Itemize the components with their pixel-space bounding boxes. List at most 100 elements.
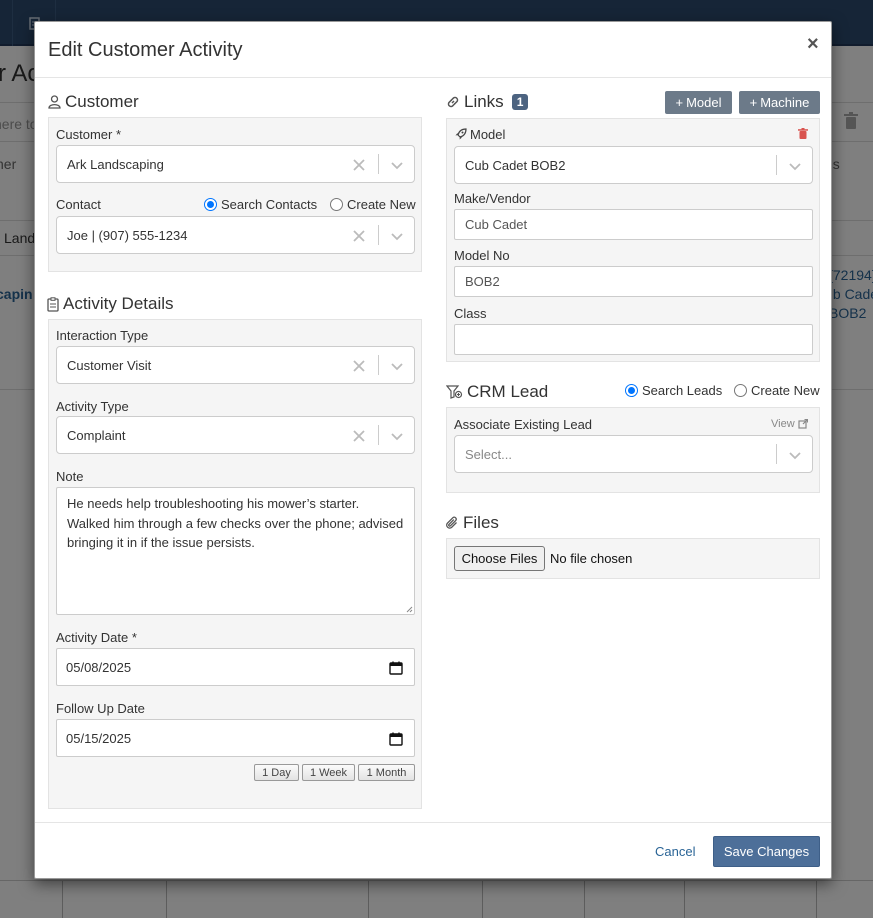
files-heading-text: Files: [463, 513, 499, 532]
radio-search-leads-label: Search Leads: [642, 383, 723, 398]
radio-circle[interactable]: [734, 384, 747, 397]
activity-date-label: Activity Date *: [56, 630, 137, 645]
view-lead-text: View: [771, 418, 795, 430]
activity-type-select[interactable]: Complaint: [56, 416, 415, 454]
followup-1-day-button[interactable]: 1 Day: [254, 764, 299, 781]
activity-date-input[interactable]: 05/08/2025: [56, 648, 415, 686]
add-machine-button[interactable]: + Machine: [739, 91, 820, 114]
external-link-icon: [798, 419, 808, 429]
class-input[interactable]: [454, 324, 813, 355]
note-text: He needs help troubleshooting his mower’…: [67, 496, 404, 550]
cancel-button[interactable]: Cancel: [655, 844, 695, 859]
model-select-value: Cub Cadet BOB2: [465, 158, 566, 173]
links-well: Model Cub Cadet BOB2 Make/Vendor Cub Cad…: [446, 118, 820, 362]
save-changes-button[interactable]: Save Changes: [713, 836, 820, 867]
customer-select-value: Ark Landscaping: [67, 157, 164, 172]
note-textarea[interactable]: He needs help troubleshooting his mower’…: [56, 487, 415, 615]
user-icon: [48, 95, 61, 109]
links-count-badge: 1: [511, 94, 529, 110]
links-section-heading: Links 1: [446, 92, 529, 112]
model-no-input[interactable]: BOB2: [454, 266, 813, 297]
resize-grip-icon[interactable]: [405, 605, 413, 613]
interaction-type-value: Customer Visit: [67, 358, 152, 373]
chevron-down-icon[interactable]: [387, 155, 407, 175]
interaction-type-select[interactable]: Customer Visit: [56, 346, 415, 384]
files-section-heading: Files: [446, 513, 499, 533]
radio-search-leads[interactable]: Search Leads: [625, 383, 722, 398]
radio-create-lead-label: Create New: [751, 383, 820, 398]
close-button[interactable]: ×: [807, 34, 819, 54]
followup-1-month-button[interactable]: 1 Month: [358, 764, 415, 781]
radio-create-contact-label: Create New: [347, 197, 416, 212]
clipboard-icon: [47, 296, 59, 312]
activity-type-value: Complaint: [67, 428, 126, 443]
model-select[interactable]: Cub Cadet BOB2: [454, 146, 813, 184]
contact-select[interactable]: Joe | (907) 555-1234: [56, 216, 415, 254]
paperclip-icon: [446, 516, 457, 529]
plus-icon: +: [749, 95, 758, 110]
select-separator: [378, 225, 379, 245]
radio-create-contact[interactable]: Create New: [330, 197, 416, 212]
funnel-icon: [446, 385, 463, 399]
radio-circle-checked[interactable]: [204, 198, 217, 211]
customer-select[interactable]: Ark Landscaping: [56, 145, 415, 183]
select-separator: [378, 154, 379, 174]
lead-select-placeholder: Select...: [465, 447, 512, 462]
customer-heading-text: Customer: [65, 92, 139, 111]
followup-date-label: Follow Up Date: [56, 701, 145, 716]
followup-date-value: 05/15/2025: [66, 730, 132, 746]
contact-select-value: Joe | (907) 555-1234: [67, 228, 188, 243]
no-file-chosen-text: No file chosen: [550, 551, 633, 566]
followup-date-input[interactable]: 05/15/2025: [56, 719, 415, 757]
make-vendor-input[interactable]: Cub Cadet: [454, 209, 813, 240]
customer-section-heading: Customer: [48, 92, 139, 112]
add-model-button[interactable]: + Model: [665, 91, 732, 114]
customer-label: Customer *: [56, 127, 122, 142]
radio-circle-checked[interactable]: [625, 384, 638, 397]
files-well: Choose Files No file chosen: [446, 538, 820, 579]
links-heading-text: Links: [464, 92, 504, 111]
activity-date-value: 05/08/2025: [66, 659, 132, 675]
chevron-down-icon[interactable]: [785, 156, 805, 176]
interaction-type-label: Interaction Type: [56, 328, 149, 343]
calendar-icon[interactable]: [389, 732, 403, 746]
clear-icon[interactable]: [349, 356, 369, 376]
clear-icon[interactable]: [349, 426, 369, 446]
choose-files-button[interactable]: Choose Files: [454, 546, 545, 571]
model-no-value: BOB2: [465, 274, 500, 289]
clear-icon[interactable]: [349, 155, 369, 175]
activity-section-heading: Activity Details: [47, 294, 174, 314]
class-label: Class: [454, 306, 487, 321]
select-separator: [378, 425, 379, 445]
trash-icon[interactable]: [798, 128, 808, 139]
note-label: Note: [56, 469, 84, 484]
calendar-icon[interactable]: [389, 661, 403, 675]
chevron-down-icon[interactable]: [387, 226, 407, 246]
chevron-down-icon[interactable]: [387, 356, 407, 376]
model-heading-text: Model: [470, 127, 506, 142]
rocket-icon: [455, 128, 467, 140]
select-separator: [776, 155, 777, 175]
make-vendor-value: Cub Cadet: [465, 217, 528, 232]
link-icon: [447, 96, 459, 108]
crm-heading-text: CRM Lead: [467, 382, 549, 401]
add-machine-label: Machine: [760, 95, 810, 110]
radio-create-lead[interactable]: Create New: [734, 383, 820, 398]
crm-section-heading: CRM Lead: [446, 382, 548, 402]
select-separator: [776, 444, 777, 464]
radio-search-contacts[interactable]: Search Contacts: [204, 197, 317, 212]
activity-heading-text: Activity Details: [63, 294, 174, 313]
lead-select[interactable]: Select...: [454, 435, 813, 473]
clear-icon[interactable]: [349, 226, 369, 246]
chevron-down-icon[interactable]: [785, 445, 805, 465]
chevron-down-icon[interactable]: [387, 426, 407, 446]
customer-well: Customer * Ark Landscaping Contact Searc…: [48, 117, 422, 272]
select-separator: [378, 355, 379, 375]
activity-well: Interaction Type Customer Visit Activity…: [48, 319, 422, 809]
modal-header: Edit Customer Activity ×: [35, 22, 831, 78]
followup-1-week-button[interactable]: 1 Week: [302, 764, 355, 781]
radio-circle[interactable]: [330, 198, 343, 211]
edit-activity-modal: Edit Customer Activity × Customer Custom…: [34, 21, 832, 879]
view-lead-link[interactable]: View: [771, 418, 808, 430]
radio-search-contacts-label: Search Contacts: [221, 197, 318, 212]
